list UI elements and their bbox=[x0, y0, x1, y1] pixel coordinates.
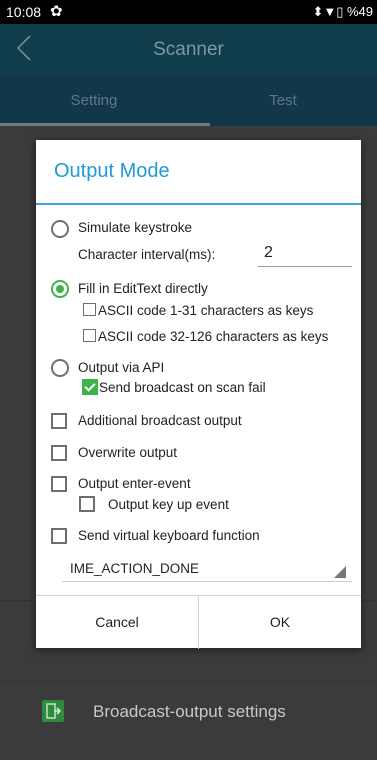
option-ascii-1-31-label: ASCII code 1-31 characters as keys bbox=[98, 303, 314, 318]
ime-action-dropdown[interactable]: IME_ACTION_DONE bbox=[62, 556, 352, 582]
app-bar: Scanner bbox=[0, 24, 377, 76]
checkbox-send-virtual-keyboard[interactable] bbox=[51, 528, 67, 544]
tab-setting[interactable]: Setting bbox=[0, 76, 188, 126]
tab-test[interactable]: Test bbox=[189, 76, 377, 126]
output-mode-dialog: Output Mode Simulate keystroke Character… bbox=[36, 140, 361, 649]
dialog-title: Output Mode bbox=[54, 160, 170, 182]
character-interval-label: Character interval(ms): bbox=[78, 247, 216, 262]
status-bar: 10:08 ✿ ⬍▼▯ %49 bbox=[0, 0, 377, 24]
option-simulate-keystroke-label: Simulate keystroke bbox=[78, 220, 193, 235]
option-output-api-label: Output via API bbox=[78, 360, 165, 375]
checkbox-output-key-up[interactable] bbox=[79, 496, 95, 512]
option-output-enter-event-label: Output enter-event bbox=[78, 476, 191, 491]
radio-output-api[interactable] bbox=[51, 359, 69, 377]
status-time: 10:08 bbox=[6, 4, 42, 20]
list-item-broadcast-output[interactable]: Broadcast-output settings bbox=[0, 681, 377, 742]
tab-bar: Setting Test bbox=[0, 76, 377, 126]
dropdown-underline bbox=[62, 581, 352, 582]
checkbox-ascii-1-31[interactable] bbox=[83, 303, 96, 316]
option-send-broadcast-fail-label: Send broadcast on scan fail bbox=[99, 380, 266, 395]
checkbox-additional-broadcast[interactable] bbox=[51, 413, 67, 429]
gear-icon: ✿ bbox=[50, 3, 63, 20]
list-item-label: Broadcast-output settings bbox=[93, 702, 286, 721]
checkbox-overwrite-output[interactable] bbox=[51, 445, 67, 461]
ok-button[interactable]: OK bbox=[199, 596, 361, 649]
option-output-key-up-label: Output key up event bbox=[108, 497, 229, 512]
option-send-virtual-keyboard-label: Send virtual keyboard function bbox=[78, 528, 260, 543]
radio-fill-edittext[interactable] bbox=[51, 280, 69, 298]
dialog-button-bar: Cancel OK bbox=[36, 595, 361, 649]
character-interval-underline bbox=[258, 266, 352, 267]
dropdown-arrow-icon bbox=[334, 566, 346, 578]
cancel-button[interactable]: Cancel bbox=[36, 596, 199, 649]
checkbox-ascii-32-126[interactable] bbox=[83, 329, 96, 342]
dialog-title-divider bbox=[36, 203, 361, 205]
option-overwrite-output-label: Overwrite output bbox=[78, 445, 178, 460]
character-interval-input[interactable]: 2 bbox=[264, 244, 273, 262]
app-title: Scanner bbox=[153, 39, 224, 60]
option-ascii-32-126-label: ASCII code 32-126 characters as keys bbox=[98, 329, 329, 344]
option-fill-edittext-label: Fill in EditText directly bbox=[78, 281, 208, 296]
export-icon bbox=[42, 700, 64, 722]
ime-action-selected-value: IME_ACTION_DONE bbox=[70, 561, 200, 576]
radio-simulate-keystroke[interactable] bbox=[51, 220, 69, 238]
status-indicators: ⬍▼▯ %49 bbox=[312, 4, 373, 19]
checkbox-send-broadcast-fail[interactable] bbox=[82, 379, 98, 395]
checkbox-output-enter-event[interactable] bbox=[51, 476, 67, 492]
option-additional-broadcast-label: Additional broadcast output bbox=[78, 413, 242, 428]
